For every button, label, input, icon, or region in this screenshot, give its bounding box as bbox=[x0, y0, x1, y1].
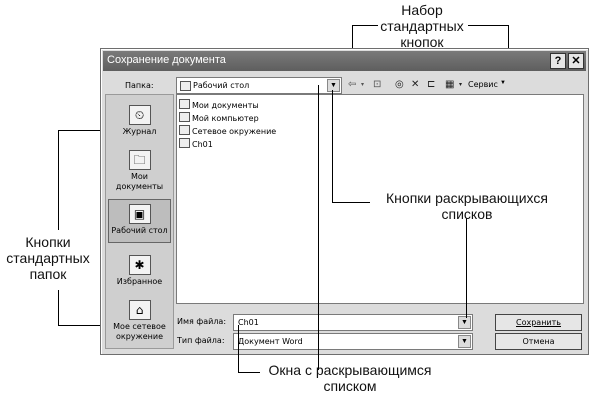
folder-label: Папка: bbox=[125, 81, 154, 90]
callout-line: Набор bbox=[401, 2, 443, 18]
places-bar: ⏲ Журнал 🗀 Мои документы ▣ Рабочий стол … bbox=[105, 94, 174, 349]
callout-line: Окна с раскрывающимся bbox=[268, 362, 432, 378]
callout-standard-buttons: Набор стандартных кнопок bbox=[372, 2, 472, 50]
file-name: Мой компьютер bbox=[192, 114, 259, 123]
views-dropdown-icon[interactable]: ▾ bbox=[459, 79, 462, 91]
place-network[interactable]: ⌂ Мое сетевое окружение bbox=[108, 300, 171, 342]
callout-line: стандартных bbox=[6, 250, 90, 266]
desktop-icon: ▣ bbox=[128, 204, 151, 224]
favorites-icon: ✱ bbox=[128, 255, 151, 275]
place-my-documents[interactable]: 🗀 Мои документы bbox=[108, 150, 171, 192]
place-favorites[interactable]: ✱ Избранное bbox=[108, 255, 171, 287]
filetype-value: Документ Word bbox=[238, 337, 303, 346]
delete-icon[interactable]: ✕ bbox=[411, 79, 419, 91]
file-name: Сетевое окружение bbox=[192, 127, 277, 136]
up-folder-icon[interactable]: ⊡ bbox=[373, 79, 381, 91]
save-button[interactable]: Сохранить bbox=[495, 314, 582, 331]
network-icon: ⌂ bbox=[128, 300, 151, 320]
place-label: Избранное bbox=[116, 277, 163, 286]
list-item[interactable]: Мой компьютер bbox=[179, 112, 259, 123]
callout-line: Кнопки bbox=[25, 234, 71, 250]
pointer-line bbox=[332, 202, 370, 203]
tools-menu[interactable]: Сервис bbox=[468, 80, 498, 89]
place-label: Мои документы bbox=[115, 172, 164, 191]
file-name: Ch01 bbox=[192, 140, 213, 149]
callout-line: списков bbox=[441, 206, 493, 222]
chevron-down-icon[interactable]: ▼ bbox=[458, 316, 471, 329]
word-document-icon bbox=[179, 138, 190, 148]
callout-line: папок bbox=[29, 266, 67, 282]
callout-line: стандартных bbox=[380, 18, 464, 34]
place-desktop[interactable]: ▣ Рабочий стол bbox=[108, 199, 171, 243]
filename-input[interactable]: Ch01 ▼ bbox=[233, 314, 473, 331]
filename-label: Имя файла: bbox=[177, 317, 227, 326]
search-web-icon[interactable]: ◎ bbox=[395, 79, 404, 91]
pointer-line bbox=[332, 90, 333, 202]
chevron-down-icon[interactable]: ▼ bbox=[458, 335, 471, 348]
callout-line: списком bbox=[323, 378, 377, 394]
chevron-down-icon[interactable]: ▼ bbox=[327, 79, 340, 92]
place-label: Мое сетевое окружение bbox=[113, 322, 166, 341]
close-button[interactable]: ✕ bbox=[568, 53, 584, 69]
back-dropdown-icon[interactable]: ▾ bbox=[361, 79, 364, 91]
title-bar: Сохранение документа ? ✕ bbox=[103, 51, 586, 71]
my-documents-icon: 🗀 bbox=[128, 150, 151, 170]
pointer-line bbox=[318, 85, 319, 370]
callout-line: Кнопки раскрывающихся bbox=[386, 190, 548, 206]
pointer-line bbox=[466, 218, 467, 318]
folder-icon bbox=[179, 99, 190, 109]
pointer-line bbox=[58, 130, 59, 230]
folder-value: Рабочий стол bbox=[193, 81, 250, 90]
list-item[interactable]: Ch01 bbox=[179, 138, 213, 149]
place-label: Рабочий стол bbox=[111, 226, 168, 235]
network-icon bbox=[179, 125, 190, 135]
callout-combo-boxes: Окна с раскрывающимся списком bbox=[255, 362, 445, 394]
list-item[interactable]: Мои документы bbox=[179, 99, 259, 110]
help-button[interactable]: ? bbox=[550, 53, 566, 69]
file-name: Мои документы bbox=[192, 101, 259, 110]
pointer-line bbox=[468, 25, 508, 26]
callout-dropdown-buttons: Кнопки раскрывающихся списков bbox=[372, 190, 562, 222]
filetype-label: Тип файла: bbox=[177, 336, 225, 345]
pointer-line bbox=[352, 25, 378, 26]
computer-icon bbox=[179, 112, 190, 122]
views-icon[interactable]: ▦ bbox=[445, 79, 454, 91]
desktop-small-icon bbox=[180, 81, 191, 91]
pointer-line bbox=[58, 290, 59, 325]
callout-standard-folders: Кнопки стандартных папок bbox=[0, 234, 96, 282]
back-icon[interactable]: ⇦ bbox=[348, 79, 356, 91]
list-item[interactable]: Сетевое окружение bbox=[179, 125, 276, 136]
tools-dropdown-icon[interactable]: ▼ bbox=[500, 80, 506, 86]
filetype-select[interactable]: Документ Word ▼ bbox=[233, 333, 473, 350]
filename-value: Ch01 bbox=[238, 318, 259, 327]
cancel-button[interactable]: Отмена bbox=[495, 333, 582, 350]
dialog-title: Сохранение документа bbox=[107, 54, 226, 66]
place-label: Журнал bbox=[122, 127, 157, 136]
place-history[interactable]: ⏲ Журнал bbox=[108, 105, 171, 137]
new-folder-icon[interactable]: ⊏ bbox=[427, 79, 435, 91]
pointer-line bbox=[238, 325, 239, 373]
history-icon: ⏲ bbox=[128, 105, 151, 125]
